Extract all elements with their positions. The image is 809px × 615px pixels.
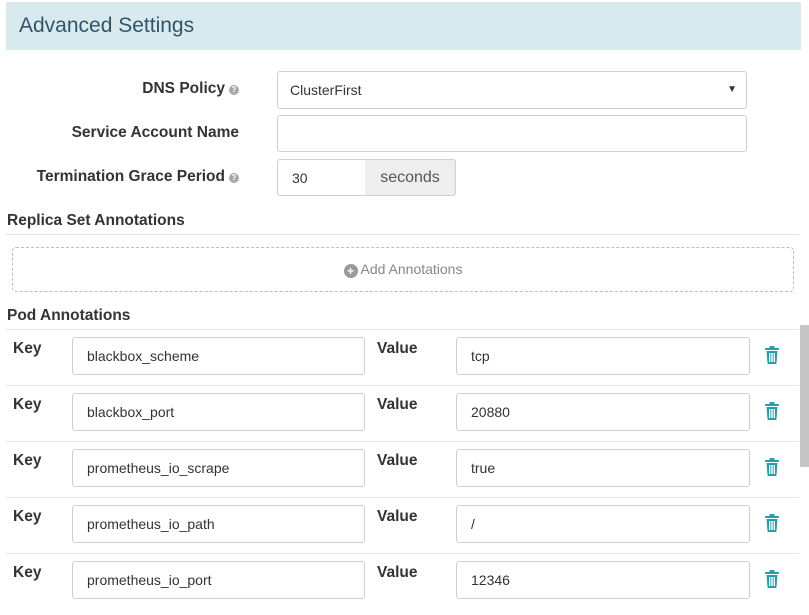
dns-policy-select[interactable]: ClusterFirst ▼ xyxy=(277,71,747,109)
scrollbar[interactable] xyxy=(800,325,809,467)
divider xyxy=(6,234,799,235)
value-label: Value xyxy=(377,340,418,357)
section-title: Advanced Settings xyxy=(19,14,195,37)
annotation-row: Key blackbox_scheme Value tcp xyxy=(6,329,799,385)
annotation-value-input[interactable]: 12346 xyxy=(456,561,750,599)
key-label: Key xyxy=(13,340,42,357)
help-icon[interactable]: ? xyxy=(229,173,239,183)
key-label: Key xyxy=(13,452,42,469)
trash-icon[interactable] xyxy=(764,514,780,532)
trash-icon[interactable] xyxy=(764,346,780,364)
add-annotations-button[interactable]: + Add Annotations xyxy=(12,247,794,292)
replica-set-annotations-title: Replica Set Annotations xyxy=(7,212,185,229)
value-label: Value xyxy=(377,564,418,581)
value-label: Value xyxy=(377,508,418,525)
service-account-input[interactable] xyxy=(277,115,747,152)
annotation-row: Key prometheus_io_port Value 12346 xyxy=(6,553,799,609)
termination-grace-label: Termination Grace Period? xyxy=(0,168,239,186)
value-label: Value xyxy=(377,452,418,469)
pod-annotations-title: Pod Annotations xyxy=(7,307,131,324)
annotation-key-input[interactable]: prometheus_io_port xyxy=(72,561,365,599)
annotation-key-input[interactable]: blackbox_scheme xyxy=(72,337,365,375)
advanced-settings-panel: Advanced Settings DNS Policy? ClusterFir… xyxy=(0,0,809,615)
annotation-key-input[interactable]: prometheus_io_scrape xyxy=(72,449,365,487)
plus-circle-icon: + xyxy=(343,264,358,278)
annotation-key-input[interactable]: prometheus_io_path xyxy=(72,505,365,543)
termination-grace-input[interactable]: 30 xyxy=(277,159,366,196)
key-label: Key xyxy=(13,508,42,525)
annotation-value-input[interactable]: / xyxy=(456,505,750,543)
annotation-row: Key prometheus_io_scrape Value true xyxy=(6,441,799,497)
add-annotations-label: Add Annotations xyxy=(360,261,463,277)
help-icon[interactable]: ? xyxy=(229,85,239,95)
key-label: Key xyxy=(13,564,42,581)
service-account-label: Service Account Name xyxy=(71,124,239,141)
trash-icon[interactable] xyxy=(764,570,780,588)
annotation-value-input[interactable]: 20880 xyxy=(456,393,750,431)
trash-icon[interactable] xyxy=(764,402,780,420)
annotation-value-input[interactable]: true xyxy=(456,449,750,487)
value-label: Value xyxy=(377,396,418,413)
dns-policy-selected: ClusterFirst xyxy=(290,82,362,98)
dns-policy-label: DNS Policy? xyxy=(0,80,239,98)
annotation-key-input[interactable]: blackbox_port xyxy=(72,393,365,431)
caret-down-icon: ▼ xyxy=(727,84,737,95)
seconds-addon: seconds xyxy=(365,159,456,196)
key-label: Key xyxy=(13,396,42,413)
annotation-row: Key prometheus_io_path Value / xyxy=(6,497,799,553)
annotation-row: Key blackbox_port Value 20880 xyxy=(6,385,799,441)
trash-icon[interactable] xyxy=(764,458,780,476)
annotation-value-input[interactable]: tcp xyxy=(456,337,750,375)
section-header: Advanced Settings xyxy=(6,2,801,50)
